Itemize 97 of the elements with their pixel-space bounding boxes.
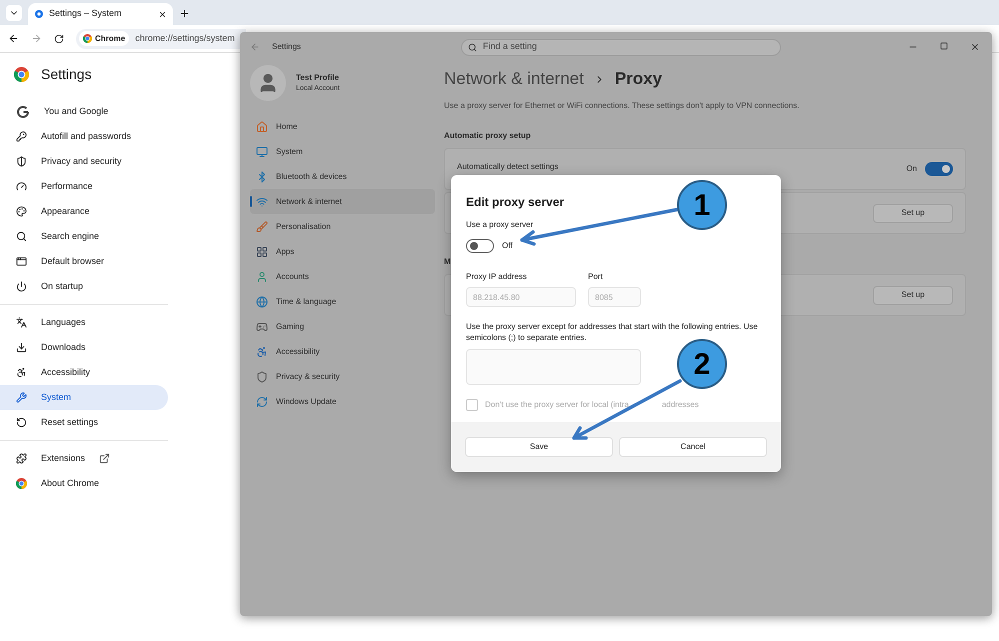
sidebar-item[interactable]: Downloads: [0, 335, 168, 360]
setup-button[interactable]: Set up: [873, 286, 953, 304]
menu-icon: [16, 281, 27, 292]
field-label: Use a proxy server: [466, 219, 534, 231]
menu-icon: [16, 231, 27, 242]
nav-icon: [256, 146, 268, 158]
sidebar-item[interactable]: Search engine: [0, 224, 168, 249]
menu-icon: [16, 317, 27, 328]
menu-icon: [16, 181, 27, 192]
address-bar[interactable]: Chrome chrome://settings/system: [76, 28, 246, 48]
sidebar-item[interactable]: Autofill and passwords: [0, 124, 168, 149]
url-text: chrome://settings/system: [135, 32, 235, 45]
sidebar-item[interactable]: System: [0, 385, 168, 410]
sidebar-item[interactable]: Default browser: [0, 249, 168, 274]
checkbox-label: Don't use the proxy server for local (intra: [485, 399, 629, 411]
nav-item[interactable]: Bluetooth & devices: [250, 164, 435, 189]
setup-button[interactable]: Set up: [873, 204, 953, 222]
sidebar-item[interactable]: Reset settings: [0, 410, 168, 435]
nav-item[interactable]: Accounts: [250, 264, 435, 289]
nav-item[interactable]: Gaming: [250, 314, 435, 339]
toggle-state: On: [906, 163, 917, 175]
chrome-icon: [16, 478, 27, 489]
close-icon[interactable]: [158, 10, 167, 18]
cancel-button[interactable]: Cancel: [619, 437, 767, 457]
nav-icon: [256, 320, 268, 332]
sidebar-item[interactable]: Accessibility: [0, 360, 168, 385]
exceptions-field[interactable]: [466, 349, 641, 385]
site-chip[interactable]: Chrome: [79, 31, 130, 46]
nav-item[interactable]: Home: [250, 114, 435, 139]
sidebar-item[interactable]: Languages: [0, 310, 168, 335]
nav-icon: [256, 120, 268, 132]
sidebar-item[interactable]: You and Google: [0, 99, 168, 124]
sidebar-item[interactable]: Privacy and security: [0, 149, 168, 174]
profile-name: Test Profile: [296, 72, 340, 84]
reload-icon[interactable]: [54, 34, 64, 44]
menu-icon: [16, 417, 27, 428]
chrome-icon: [83, 34, 92, 43]
maximize-icon[interactable]: [940, 42, 948, 50]
chrome-logo-icon: [14, 66, 29, 82]
toggle-state: Off: [502, 240, 513, 252]
save-button[interactable]: Save: [465, 437, 613, 457]
nav-icon: [256, 196, 268, 208]
search-icon: [468, 42, 477, 52]
menu-icon: [16, 256, 27, 267]
nav-item[interactable]: Windows Update: [250, 389, 435, 414]
field-label: Port: [588, 271, 604, 283]
menu-icon: [16, 392, 27, 403]
field-label: Proxy IP address: [466, 271, 528, 283]
chip-label: Chrome: [95, 32, 126, 44]
google-icon: [16, 104, 30, 118]
nav-icon: [256, 170, 268, 182]
menu-icon: [16, 206, 27, 217]
search-field[interactable]: Find a setting: [460, 38, 781, 56]
breadcrumb-parent[interactable]: Network & internet: [444, 66, 584, 92]
back-icon[interactable]: [8, 33, 19, 44]
tab-title: Settings – System: [49, 7, 123, 20]
tab-search-button[interactable]: [6, 5, 22, 21]
section-heading: M: [444, 256, 451, 268]
page-title: Proxy: [614, 68, 662, 90]
page-description: Use a proxy server for Ethernet or WiFi connections. These settings don't apply to VPN connections.: [444, 100, 800, 112]
nav-item[interactable]: Network & internet: [250, 189, 435, 214]
menu-icon: [16, 453, 27, 464]
nav-icon: [256, 270, 268, 282]
new-tab-icon[interactable]: [179, 8, 190, 19]
nav-icon: [256, 346, 268, 358]
setting-label: Automatically detect settings: [457, 161, 558, 173]
nav-icon: [256, 370, 268, 382]
nav-item[interactable]: System: [250, 139, 435, 164]
close-icon[interactable]: [970, 42, 980, 52]
section-heading: Automatic proxy setup: [444, 130, 531, 142]
window-title: Settings: [272, 41, 301, 53]
menu-icon: [16, 131, 27, 142]
menu-icon: [16, 342, 27, 353]
checkbox-label-end: addresses: [662, 399, 699, 411]
nav-item[interactable]: Accessibility: [250, 339, 435, 364]
nav-icon: [256, 220, 268, 232]
sidebar-item[interactable]: Extensions: [0, 446, 168, 471]
nav-item[interactable]: Privacy & security: [250, 364, 435, 389]
menu-icon: [16, 367, 27, 378]
sidebar-item[interactable]: On startup: [0, 274, 168, 299]
dialog-title: Edit proxy server: [466, 194, 564, 211]
nav-icon: [256, 246, 268, 258]
nav-icon: [256, 296, 268, 308]
browser-tab[interactable]: Settings – System: [28, 3, 173, 25]
toggle-switch[interactable]: [466, 239, 494, 253]
nav-item[interactable]: Personalisation: [250, 214, 435, 239]
toggle-switch[interactable]: [925, 162, 953, 176]
sidebar-item[interactable]: About Chrome: [0, 471, 168, 496]
external-link-icon: [99, 453, 110, 464]
sidebar-item[interactable]: Appearance: [0, 199, 168, 224]
nav-icon: [256, 396, 268, 408]
settings-title: Settings: [41, 64, 92, 84]
sidebar-item[interactable]: Performance: [0, 174, 168, 199]
menu-icon: [16, 156, 27, 167]
nav-item[interactable]: Time & language: [250, 289, 435, 314]
selection-indicator: [250, 196, 252, 207]
nav-item[interactable]: Apps: [250, 239, 435, 264]
